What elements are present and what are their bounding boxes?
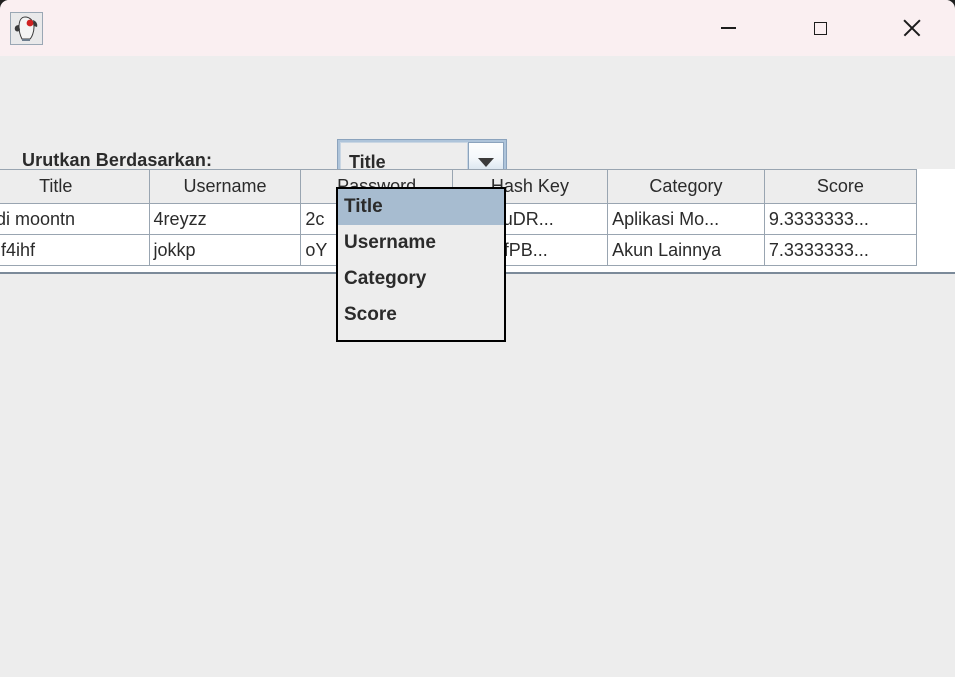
sort-by-dropdown-list[interactable]: Title Username Category Score [336, 187, 506, 342]
dropdown-option-score[interactable]: Score [338, 297, 504, 333]
dropdown-option-title[interactable]: Title [338, 189, 504, 225]
maximize-icon [813, 21, 827, 35]
dropdown-option-category[interactable]: Category [338, 261, 504, 297]
column-header-username[interactable]: Username [148, 169, 302, 204]
sort-by-label: Urutkan Berdasarkan: [22, 150, 213, 170]
dropdown-option-username[interactable]: Username [338, 225, 504, 261]
cell-category[interactable]: Akun Lainnya [607, 234, 765, 266]
window-minimize-button[interactable] [705, 0, 751, 56]
cell-title[interactable]: igegf4ihf [0, 234, 150, 266]
cell-title[interactable]: sandi moontn [0, 203, 150, 235]
column-header-title[interactable]: Title [0, 169, 150, 204]
column-header-category[interactable]: Category [607, 169, 765, 204]
window-content: Urutkan Berdasarkan: Title Title Usernam… [0, 56, 955, 677]
application-window: Urutkan Berdasarkan: Title Title Usernam… [0, 0, 955, 677]
chevron-down-icon [478, 158, 494, 167]
cell-username[interactable]: 4reyzz [148, 203, 302, 235]
java-duke-icon [10, 12, 43, 45]
cell-score[interactable]: 7.3333333... [763, 234, 918, 266]
window-close-button[interactable] [889, 0, 935, 56]
column-header-score[interactable]: Score [763, 169, 918, 204]
cell-score[interactable]: 9.3333333... [763, 203, 918, 235]
window-titlebar [0, 0, 955, 56]
window-maximize-button[interactable] [797, 0, 843, 56]
cell-username[interactable]: jokkp [148, 234, 302, 266]
minimize-icon [720, 27, 736, 29]
cell-category[interactable]: Aplikasi Mo... [607, 203, 765, 235]
